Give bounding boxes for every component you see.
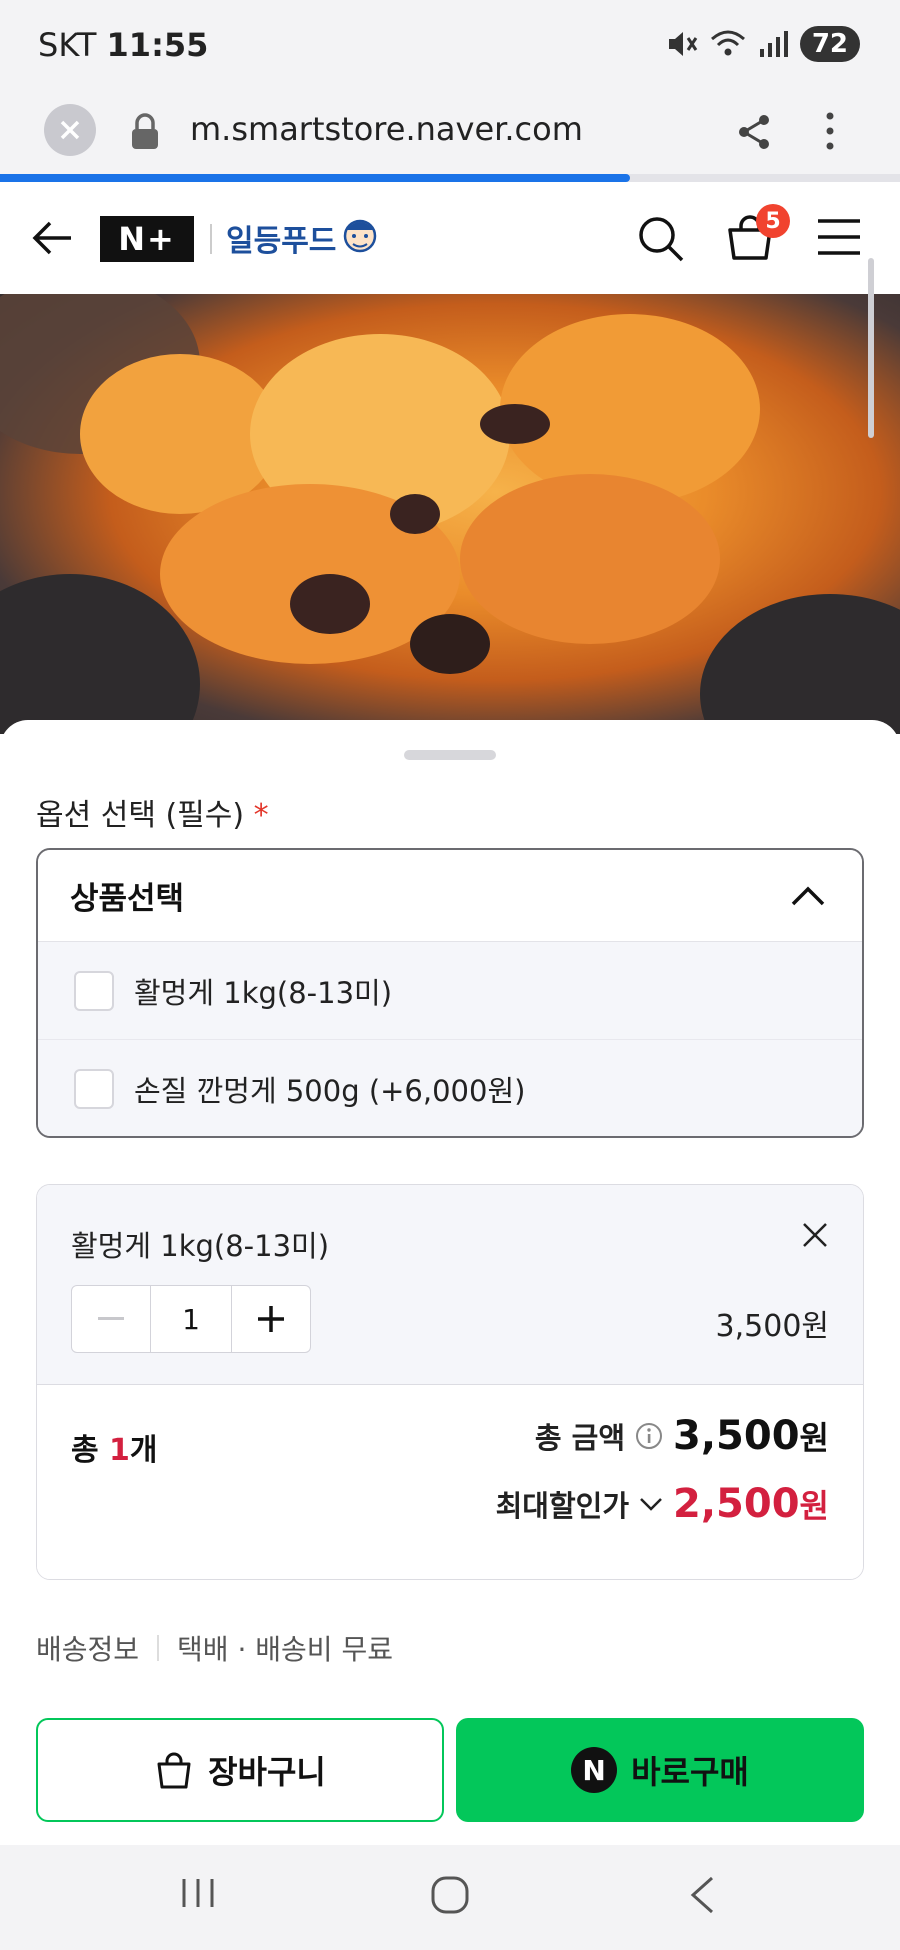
- selected-option-card: 활멍게 1kg(8-13미) 1 3,500원 총 1개 총 금액 3,500원: [36, 1184, 864, 1580]
- recent-apps-button[interactable]: [180, 1875, 216, 1915]
- store-brand[interactable]: 일등푸드: [226, 216, 378, 260]
- signal-icon: [759, 31, 788, 57]
- clock: 11:55: [106, 26, 209, 64]
- info-icon[interactable]: [635, 1422, 663, 1450]
- max-discount-value: 2,500원: [673, 1481, 829, 1527]
- home-icon: [431, 1876, 469, 1914]
- back-chevron-icon: [690, 1876, 714, 1914]
- search-icon[interactable]: [636, 214, 686, 264]
- store-name: 일등푸드: [226, 224, 337, 259]
- option-item[interactable]: 활멍게 1kg(8-13미): [38, 942, 862, 1040]
- order-totals: 총 1개 총 금액 3,500원 최대할인가 2,500원: [37, 1385, 863, 1579]
- total-amount-label: 총 금액: [534, 1421, 626, 1455]
- lock-icon: [132, 113, 158, 149]
- shipping-info: 배송정보 택배 · 배송비 무료: [36, 1628, 393, 1668]
- quantity-stepper[interactable]: 1: [71, 1285, 311, 1353]
- option-line-price: 3,500원: [715, 1309, 829, 1344]
- recent-apps-icon: [182, 1879, 214, 1907]
- total-amount-number: 3,500: [673, 1413, 800, 1459]
- option-dropdown-label: 상품선택: [70, 881, 185, 917]
- shipping-label: 배송정보: [36, 1633, 140, 1666]
- more-options-icon[interactable]: [824, 110, 836, 152]
- quantity-value[interactable]: 1: [150, 1286, 232, 1352]
- purchase-sheet: 옵션 선택 (필수) * 상품선택 활멍게 1kg(8-13미) 손질 깐멍게 …: [0, 720, 900, 1845]
- product-image: [0, 294, 900, 734]
- add-to-cart-button[interactable]: 장바구니: [36, 1718, 444, 1822]
- option-section-title: 옵션 선택 (필수) *: [36, 790, 269, 834]
- home-button[interactable]: [430, 1875, 470, 1919]
- total-count-prefix: 총: [71, 1433, 110, 1468]
- back-arrow-icon[interactable]: [32, 220, 72, 256]
- battery-level: 72: [799, 26, 860, 62]
- max-discount-number: 2,500: [673, 1481, 800, 1527]
- url-text[interactable]: m.smartstore.naver.com: [190, 110, 583, 148]
- cart-count-badge: 5: [756, 204, 790, 238]
- total-count: 총 1개: [71, 1425, 158, 1469]
- total-count-number: 1: [109, 1433, 130, 1468]
- option-dropdown[interactable]: 상품선택 활멍게 1kg(8-13미) 손질 깐멍게 500g (+6,000원…: [36, 848, 864, 1138]
- option-checkbox[interactable]: [74, 1069, 114, 1109]
- required-mark: *: [253, 798, 269, 833]
- sheet-drag-handle[interactable]: [404, 750, 496, 760]
- page-load-progress: [0, 174, 900, 182]
- close-tab-button[interactable]: [44, 104, 96, 156]
- naver-plus-logo[interactable]: N+: [100, 216, 194, 262]
- store-header: N+ 일등푸드 5: [0, 182, 900, 294]
- decrease-quantity-button[interactable]: [72, 1286, 150, 1352]
- shipping-value: 택배 · 배송비 무료: [177, 1633, 393, 1666]
- selected-option-detail: 활멍게 1kg(8-13미) 1 3,500원: [37, 1185, 863, 1385]
- mascot-logo-icon: [344, 219, 377, 253]
- share-icon[interactable]: [734, 112, 774, 152]
- total-amount-value: 3,500원: [673, 1413, 829, 1459]
- increase-quantity-button[interactable]: [232, 1286, 310, 1352]
- close-icon: [60, 120, 80, 140]
- carrier-time: SKT 11:55: [38, 26, 208, 64]
- logo-divider: [210, 224, 212, 254]
- remove-option-icon[interactable]: [801, 1221, 829, 1249]
- total-amount-unit: 원: [799, 1419, 829, 1457]
- max-discount-label: 최대할인가: [495, 1489, 630, 1523]
- system-navigation-bar: [0, 1845, 900, 1950]
- max-discount-row[interactable]: 최대할인가 2,500원: [496, 1481, 829, 1527]
- chevron-down-icon[interactable]: [639, 1496, 663, 1512]
- status-icons: 72: [666, 26, 860, 62]
- page-scrollbar[interactable]: [868, 258, 874, 438]
- browser-url-bar: m.smartstore.naver.com: [0, 90, 900, 174]
- mute-icon: [668, 32, 698, 56]
- option-item[interactable]: 손질 깐멍게 500g (+6,000원): [38, 1040, 862, 1136]
- total-count-suffix: 개: [129, 1433, 158, 1468]
- back-button[interactable]: [688, 1875, 716, 1919]
- carrier-name: SKT: [38, 26, 97, 64]
- shopping-bag-icon: [157, 1752, 191, 1789]
- hamburger-menu-icon[interactable]: [816, 218, 862, 256]
- selected-option-name: 활멍게 1kg(8-13미): [71, 1229, 330, 1263]
- wifi-icon: [710, 30, 745, 56]
- plus-icon: [258, 1306, 284, 1332]
- option-title-text: 옵션 선택 (필수): [36, 798, 245, 833]
- option-item-label: 활멍게 1kg(8-13미): [134, 975, 393, 1010]
- option-dropdown-header[interactable]: 상품선택: [38, 850, 862, 942]
- chevron-up-icon[interactable]: [790, 885, 826, 907]
- buy-now-label: 바로구매: [631, 1753, 749, 1791]
- option-item-label: 손질 깐멍게 500g (+6,000원): [134, 1074, 526, 1108]
- progress-fill: [0, 174, 630, 182]
- status-bar: SKT 11:55 72: [0, 0, 900, 90]
- option-checkbox[interactable]: [74, 970, 114, 1011]
- minus-icon: [98, 1317, 124, 1320]
- max-discount-unit: 원: [799, 1487, 829, 1525]
- shipping-divider: [157, 1635, 160, 1661]
- buy-now-button[interactable]: N 바로구매: [456, 1718, 864, 1822]
- total-amount-row: 총 금액 3,500원: [535, 1413, 829, 1459]
- naver-pay-icon: N: [571, 1747, 618, 1793]
- add-to-cart-label: 장바구니: [208, 1753, 326, 1791]
